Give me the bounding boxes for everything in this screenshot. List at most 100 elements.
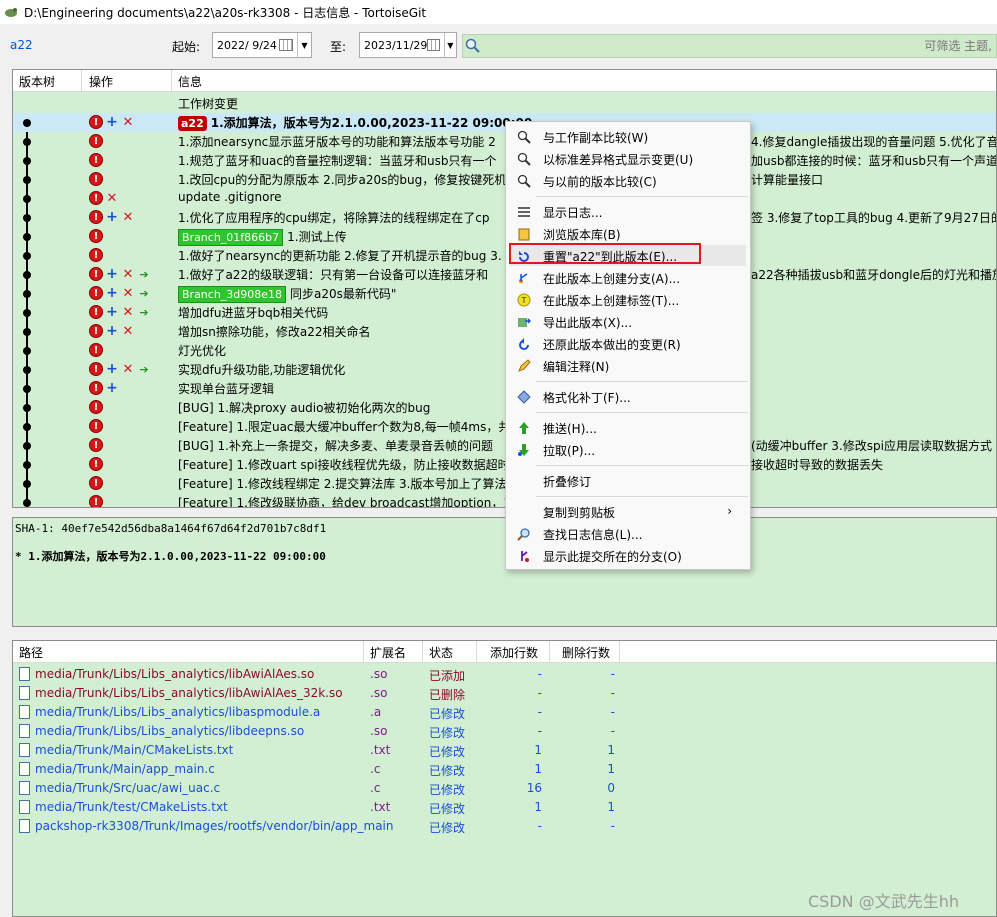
menu-item-label: 推送(H)... (543, 422, 597, 436)
menu-item-22[interactable]: 显示此提交所在的分支(O) (510, 545, 746, 566)
modified-icon: ! (89, 419, 103, 433)
file-path: media/Trunk/Libs/Libs_analytics/libdeepn… (35, 724, 305, 738)
file-added-lines: - (537, 705, 542, 719)
menu-item-2[interactable]: 与以前的版本比较(C) (510, 170, 746, 191)
commit-node (23, 309, 31, 317)
file-status: 已修改 (429, 707, 466, 721)
file-path: media/Trunk/Libs/Libs_analytics/libAwiAl… (35, 667, 315, 681)
modified-icon: ! (89, 457, 103, 471)
menu-item-1[interactable]: 以标准差异格式显示变更(U) (510, 148, 746, 169)
file-row[interactable]: media/Trunk/Libs/Libs_analytics/libaspmo… (13, 703, 633, 722)
file-row[interactable]: media/Trunk/Main/app_main.c .c 已修改 1 1 (13, 760, 633, 779)
commit-sha: SHA-1: 40ef7e542d56dba8a1464f67d64f2d701… (15, 522, 327, 535)
file-path: media/Trunk/Main/app_main.c (35, 762, 215, 776)
to-date-picker[interactable]: 2023/11/29 ▼ (359, 32, 457, 58)
modified-icon: ! (89, 172, 103, 186)
column-graph[interactable]: 版本树 (19, 73, 55, 90)
file-row[interactable]: media/Trunk/Libs/Libs_analytics/libdeepn… (13, 722, 633, 741)
chevron-down-icon[interactable]: ▼ (443, 33, 456, 57)
modified-icon: ! (89, 267, 103, 281)
menu-item-4[interactable]: 显示日志... (510, 201, 746, 222)
commit-message-text: 1.规范了蓝牙和uac的音量控制逻辑：当蓝牙和usb只有一个 (178, 154, 497, 168)
menu-item-7[interactable]: 在此版本上创建分支(A)... (510, 267, 746, 288)
column-extension[interactable]: 扩展名 (370, 644, 406, 661)
menu-item-label: 浏览版本库(B) (543, 228, 621, 242)
from-date-picker[interactable]: 2022/ 9/24 ▼ (212, 32, 312, 58)
magnifier-icon (516, 151, 532, 167)
changed-files-list[interactable]: 路径 扩展名 状态 添加行数 删除行数 media/Trunk/Libs/Lib… (12, 640, 997, 917)
commit-message-text: 1.添加算法，版本号为2.1.0.00,2023-11-22 09:00:00 (210, 116, 533, 130)
renamed-icon: ➔ (139, 286, 149, 300)
log-row[interactable]: 工作树变更 (13, 94, 996, 113)
file-path: media/Trunk/Src/uac/awi_uac.c (35, 781, 221, 795)
file-row[interactable]: media/Trunk/Src/uac/awi_uac.c .c 已修改 16 0 (13, 779, 633, 798)
search-icon[interactable] (463, 36, 483, 56)
column-status[interactable]: 状态 (429, 644, 453, 661)
revert-icon (516, 336, 532, 352)
file-row[interactable]: media/Trunk/Libs/Libs_analytics/libAwiAl… (13, 665, 633, 684)
file-path: packshop-rk3308/Trunk/Images/rootfs/vend… (35, 819, 394, 833)
chevron-down-icon[interactable]: ▼ (297, 33, 311, 57)
commit-message: 增加sn擦除功能，修改a22相关命名 (178, 323, 370, 340)
menu-item-label: 与以前的版本比较(C) (543, 175, 657, 189)
menu-item-21[interactable]: 查找日志信息(L)... (510, 523, 746, 544)
commit-node (23, 366, 31, 374)
calendar-icon[interactable] (427, 39, 440, 51)
file-icon (19, 686, 30, 700)
modified-icon: ! (89, 381, 103, 395)
menu-item-8[interactable]: T 在此版本上创建标签(T)... (510, 289, 746, 310)
file-path: media/Trunk/Libs/Libs_analytics/libAwiAl… (35, 686, 343, 700)
file-row[interactable]: media/Trunk/Main/CMakeLists.txt .txt 已修改 1 1 (13, 741, 633, 760)
commit-node (23, 385, 31, 393)
search-box[interactable] (462, 34, 997, 58)
menu-item-0[interactable]: 与工作副本比较(W) (510, 126, 746, 147)
modified-icon: ! (89, 286, 103, 300)
column-path[interactable]: 路径 (19, 644, 43, 661)
renamed-icon: ➔ (139, 362, 149, 376)
menu-separator (536, 412, 748, 413)
pull-icon (516, 442, 532, 458)
commit-node (23, 442, 31, 450)
menu-item-13[interactable]: 格式化补丁(F)... (510, 386, 746, 407)
watermark: CSDN @文武先生hh (808, 892, 959, 911)
menu-item-11[interactable]: 编辑注释(N) (510, 355, 746, 376)
file-row[interactable]: media/Trunk/Libs/Libs_analytics/libAwiAl… (13, 684, 633, 703)
actions-icons: ! (89, 172, 103, 186)
commit-node (23, 423, 31, 431)
actions-icons: ! (89, 438, 103, 452)
column-actions[interactable]: 操作 (89, 73, 113, 90)
commit-node (23, 499, 31, 507)
commit-node (23, 404, 31, 412)
menu-item-label: 与工作副本比较(W) (543, 131, 649, 145)
branch-link[interactable]: a22 (10, 38, 33, 52)
file-row[interactable]: media/Trunk/test/CMakeLists.txt .txt 已修改 1 1 (13, 798, 633, 817)
tortoisegit-icon (5, 8, 17, 17)
commit-message: 工作树变更 (178, 95, 238, 112)
menu-item-16[interactable]: 拉取(P)... (510, 439, 746, 460)
menu-item-20[interactable]: 复制到剪贴板 › (510, 501, 746, 522)
file-added-lines: 1 (534, 743, 542, 757)
menu-item-label: 编辑注释(N) (543, 360, 610, 374)
column-deleted-lines[interactable]: 删除行数 (562, 644, 610, 661)
menu-item-10[interactable]: 还原此版本做出的变更(R) (510, 333, 746, 354)
commit-message: 1.规范了蓝牙和uac的音量控制逻辑：当蓝牙和usb只有一个 (178, 152, 496, 169)
commit-node (23, 252, 31, 260)
magnifier-icon (516, 129, 532, 145)
menu-item-label: 拉取(P)... (543, 444, 596, 458)
menu-item-5[interactable]: 浏览版本库(B) (510, 223, 746, 244)
menu-item-18[interactable]: 折叠修订 (510, 470, 746, 491)
column-message[interactable]: 信息 (178, 73, 202, 90)
deleted-icon: ✕ (122, 209, 134, 225)
menu-item-label: 复制到剪贴板 (543, 506, 616, 520)
commit-node (23, 233, 31, 241)
menu-item-9[interactable]: 导出此版本(X)... (510, 311, 746, 332)
column-added-lines[interactable]: 添加行数 (490, 644, 538, 661)
file-row[interactable]: packshop-rk3308/Trunk/Images/rootfs/vend… (13, 817, 633, 836)
svg-text:T: T (521, 296, 527, 305)
search-input[interactable] (483, 36, 996, 56)
actions-icons: ! + ✕ (89, 209, 135, 225)
calendar-icon[interactable] (279, 39, 293, 51)
deleted-icon: ✕ (122, 266, 134, 282)
menu-item-15[interactable]: 推送(H)... (510, 417, 746, 438)
menu-item-label: 查找日志信息(L)... (543, 528, 643, 542)
